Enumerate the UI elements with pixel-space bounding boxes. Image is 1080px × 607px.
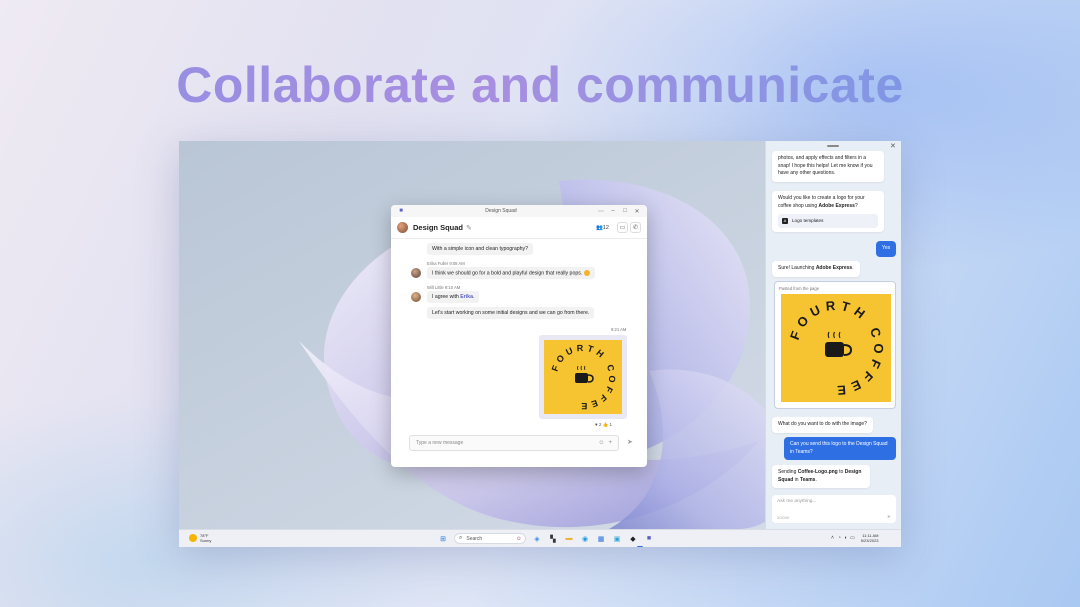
mention-erika[interactable]: Erika <box>460 294 473 300</box>
avatar-will <box>411 292 421 302</box>
message-text: Sure! Launching <box>778 265 816 271</box>
message-reactions[interactable]: ♥ 2 👍 1 <box>595 422 612 428</box>
store-icon[interactable]: ▦ <box>596 533 607 544</box>
close-button[interactable]: ✕ <box>631 208 643 215</box>
search-label: Search <box>466 535 483 542</box>
message-text: Coffee-Logo.png <box>797 469 838 475</box>
wifi-icon[interactable]: ◔ <box>838 535 841 541</box>
copilot-message: Sending Coffee-Logo.png to Design Squad … <box>772 465 870 488</box>
pasted-label: Pasted from the page <box>779 286 820 291</box>
panel-drag-handle[interactable] <box>827 145 839 147</box>
emoji-icon[interactable]: ☺ <box>598 440 604 446</box>
chat-header: Design Squad ✎ 👥12 ▭ ✆ <box>391 217 647 239</box>
message-text: I agree with <box>432 294 461 300</box>
chevron-up-icon[interactable]: ˄ <box>831 535 834 541</box>
search-icon: ⌕ <box>459 535 463 541</box>
copilot-panel: ✕ photos, and apply effects and filters … <box>765 141 901 529</box>
clock-date: 5/23/2023 <box>860 538 879 543</box>
copilot-message: What do you want to do with the image? <box>772 417 873 433</box>
shared-logo-image[interactable]: FOURTH COFFEE <box>539 335 627 419</box>
edit-name-icon[interactable]: ✎ <box>466 224 472 232</box>
task-view-icon[interactable]: ▚ <box>548 533 559 544</box>
send-icon[interactable]: ➤ <box>627 438 633 446</box>
message-meta: Erika Fuller 9:08 AM <box>427 261 465 266</box>
battery-icon[interactable]: ▭ <box>850 535 855 541</box>
chat-message: Let's start working on some initial desi… <box>427 307 595 319</box>
submit-icon[interactable]: ➤ <box>887 514 891 520</box>
message-text: Sending <box>778 469 798 475</box>
image-timestamp: 9:21 AM <box>611 327 627 332</box>
compose-placeholder: Type a new message <box>416 440 464 446</box>
teams-chat-window: ■ Design Squad ⋯ – □ ✕ Design Squad ✎ 👥1… <box>391 205 647 467</box>
file-explorer-icon[interactable]: ▬ <box>564 533 575 544</box>
weather-desc: Sunny <box>200 538 212 543</box>
teams-titlebar: ■ Design Squad ⋯ – □ ✕ <box>391 205 647 217</box>
chip-label: Logo templates <box>792 218 824 223</box>
chat-messages: With a simple icon and clean typography?… <box>391 239 647 431</box>
chat-message: I agree with Erika. <box>427 291 480 303</box>
char-count: 0/2000 <box>777 515 790 520</box>
more-options-icon[interactable]: ⋯ <box>595 208 607 215</box>
copilot-input-placeholder: Ask me anything... <box>777 499 817 504</box>
edge-browser-icon[interactable]: ◉ <box>580 533 591 544</box>
message-text: Teams <box>799 476 816 483</box>
system-tray[interactable]: ˄ ◔ ◖ ▭ 11:11 AM 5/23/2023 <box>831 533 879 543</box>
chat-message: I think we should go for a bold and play… <box>427 267 596 280</box>
message-text: . <box>852 265 854 271</box>
copilot-message: Would you like to create a logo for your… <box>772 191 884 232</box>
weather-text: 78°F Sunny <box>200 533 211 543</box>
audio-call-icon[interactable]: ✆ <box>630 222 641 233</box>
pasted-image-card[interactable]: Pasted from the page FOURTH COFFEE <box>774 281 896 409</box>
user-message: Yes <box>876 241 897 257</box>
taskbar-search[interactable]: ⌕ Search ✿ <box>454 533 526 544</box>
teams-taskbar-icon[interactable]: ■ <box>644 533 655 544</box>
message-meta: Will Little 9:10 AM <box>427 285 461 290</box>
taskbar-apps: ⊞ ⌕ Search ✿ ◈ ▚ ▬ ◉ ▦ ▣ ◆ ■ <box>435 533 657 544</box>
teams-active-indicator <box>637 546 643 547</box>
teams-app-icon: ■ <box>399 208 403 214</box>
message-text: I think we should go for a bold and play… <box>432 270 583 277</box>
user-message: Can you send this logo to the Design Squ… <box>784 437 896 460</box>
adobe-express-taskbar-icon[interactable]: ◆ <box>628 533 639 544</box>
photos-icon[interactable]: ▣ <box>612 533 623 544</box>
volume-icon[interactable]: ◖ <box>844 535 847 541</box>
maximize-button[interactable]: □ <box>619 208 631 214</box>
message-text: ? <box>854 202 858 209</box>
chat-name: Design Squad <box>413 223 464 232</box>
page-headline: Collaborate and communicate <box>0 56 1080 114</box>
message-text: . <box>815 476 817 483</box>
weather-widget[interactable]: 78°F Sunny <box>189 533 211 543</box>
logo-templates-chip[interactable]: A Logo templates <box>778 214 878 228</box>
attach-plus-icon[interactable]: + <box>608 440 612 446</box>
copilot-close-icon[interactable]: ✕ <box>890 142 896 150</box>
copilot-input[interactable]: Ask me anything... 0/2000 ➤ <box>772 495 896 523</box>
participants-count: 12 <box>602 224 609 231</box>
message-text: to <box>837 469 845 475</box>
copilot-icon[interactable]: ◈ <box>532 533 543 544</box>
minimize-button[interactable]: – <box>607 208 619 214</box>
copilot-message: Sure! Launching Adobe Express. <box>772 261 860 277</box>
message-text: Adobe Express <box>815 265 853 271</box>
fourth-coffee-logo: FOURTH COFFEE <box>544 340 622 414</box>
participants-button[interactable]: 👥12 <box>596 225 609 231</box>
search-highlight-icon: ✿ <box>516 535 521 542</box>
compose-box[interactable]: Type a new message ☺ + <box>409 435 619 451</box>
message-text: Adobe Express <box>818 202 855 209</box>
chat-message: With a simple icon and clean typography? <box>427 243 534 255</box>
copilot-message: photos, and apply effects and filters in… <box>772 151 884 182</box>
taskbar: 78°F Sunny ⊞ ⌕ Search ✿ ◈ ▚ ▬ ◉ ▦ ▣ ◆ ■ … <box>179 529 901 547</box>
laughing-emoji-icon <box>584 270 591 276</box>
video-call-icon[interactable]: ▭ <box>617 222 628 233</box>
teams-window-title: Design Squad <box>485 208 517 214</box>
adobe-express-icon: A <box>782 217 788 224</box>
desktop-screen: ■ Design Squad ⋯ – □ ✕ Design Squad ✎ 👥1… <box>179 141 901 547</box>
start-windows-icon[interactable]: ⊞ <box>438 533 449 544</box>
sun-icon <box>189 534 197 542</box>
message-text: . <box>472 294 475 300</box>
fourth-coffee-logo-large: FOURTH COFFEE <box>781 294 891 402</box>
group-avatar <box>397 222 408 233</box>
avatar-erika <box>411 268 421 278</box>
clock[interactable]: 11:11 AM 5/23/2023 <box>861 533 879 543</box>
message-text: in <box>793 476 800 483</box>
